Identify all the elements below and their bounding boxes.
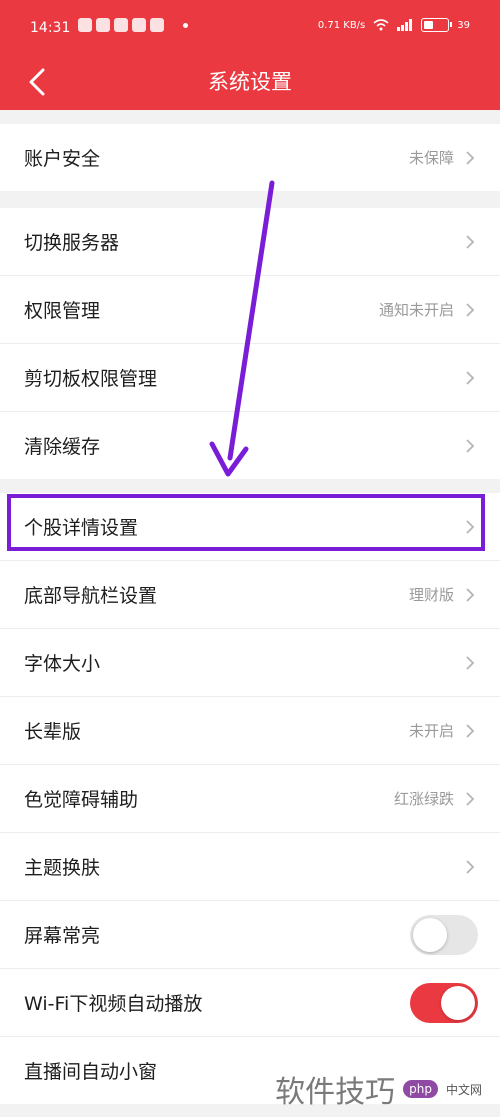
row-label: 主题换肤 <box>24 857 101 879</box>
settings-row-permissions[interactable]: 权限管理 通知未开启 <box>0 276 500 344</box>
wifi-icon <box>373 19 389 31</box>
settings-row-switch-server[interactable]: 切换服务器 <box>0 208 500 276</box>
notification-icon <box>132 18 146 32</box>
notification-dot-icon <box>183 23 188 28</box>
settings-row-theme[interactable]: 主题换肤 <box>0 833 500 901</box>
signal-icon <box>397 19 413 31</box>
settings-row-clipboard-permissions[interactable]: 剪切板权限管理 <box>0 344 500 412</box>
notification-icon <box>114 18 128 32</box>
notification-icon <box>78 18 92 32</box>
watermark-site: 中文网 <box>445 1082 482 1097</box>
toggle-knob <box>441 986 475 1020</box>
row-value: 理财版 <box>408 586 454 604</box>
settings-group-account: 账户安全 未保障 <box>0 124 500 191</box>
status-right: 0.71 KB/s 39 <box>318 18 470 32</box>
chevron-right-icon <box>466 588 475 602</box>
chevron-right-icon <box>466 724 475 738</box>
chevron-right-icon <box>466 656 475 670</box>
toggle-knob <box>413 918 447 952</box>
chevron-right-icon <box>466 303 475 317</box>
notification-icon <box>150 18 164 32</box>
row-label: 底部导航栏设置 <box>24 585 158 607</box>
screen-awake-toggle[interactable] <box>410 915 478 955</box>
app-header: 14:31 0.71 KB/s 39 系统设置 <box>0 0 500 110</box>
row-label: 权限管理 <box>24 300 101 322</box>
settings-row-stock-detail[interactable]: 个股详情设置 <box>0 493 500 561</box>
chevron-right-icon <box>466 371 475 385</box>
settings-row-account-security[interactable]: 账户安全 未保障 <box>0 124 500 191</box>
chevron-right-icon <box>466 235 475 249</box>
notification-icon <box>96 18 110 32</box>
row-label: 长辈版 <box>24 721 82 743</box>
row-label: 切换服务器 <box>24 232 120 254</box>
battery-icon <box>421 18 453 32</box>
nav-bar: 系统设置 <box>0 54 500 110</box>
watermark: 软件技巧 php 中文网 <box>275 1067 482 1111</box>
row-label: 账户安全 <box>24 148 101 170</box>
settings-group-display: 个股详情设置 底部导航栏设置 理财版 字体大小 长辈版 未开启 色觉障碍辅助 红… <box>0 493 500 1104</box>
row-value: 未保障 <box>408 149 454 167</box>
chevron-right-icon <box>466 439 475 453</box>
row-value: 红涨绿跌 <box>393 790 454 808</box>
wifi-autoplay-toggle[interactable] <box>410 983 478 1023</box>
settings-row-color-blind[interactable]: 色觉障碍辅助 红涨绿跌 <box>0 765 500 833</box>
row-label: 剪切板权限管理 <box>24 368 158 390</box>
settings-group-system: 切换服务器 权限管理 通知未开启 剪切板权限管理 清除缓存 <box>0 208 500 479</box>
settings-row-font-size[interactable]: 字体大小 <box>0 629 500 697</box>
row-value: 通知未开启 <box>378 301 454 319</box>
status-time: 14:31 <box>30 20 71 36</box>
chevron-right-icon <box>466 520 475 534</box>
row-value: 未开启 <box>408 722 454 740</box>
network-speed: 0.71 KB/s <box>317 19 366 31</box>
notification-icons <box>78 18 164 32</box>
page-title: 系统设置 <box>208 70 292 94</box>
settings-row-wifi-autoplay: Wi-Fi下视频自动播放 <box>0 969 500 1037</box>
row-label: 直播间自动小窗 <box>24 1061 158 1083</box>
chevron-right-icon <box>466 792 475 806</box>
chevron-right-icon <box>466 860 475 874</box>
row-label: 色觉障碍辅助 <box>24 789 139 811</box>
row-label: 清除缓存 <box>24 436 101 458</box>
status-bar: 14:31 0.71 KB/s 39 <box>0 0 500 54</box>
settings-row-screen-awake: 屏幕常亮 <box>0 901 500 969</box>
settings-row-elder-mode[interactable]: 长辈版 未开启 <box>0 697 500 765</box>
chevron-right-icon <box>466 151 475 165</box>
battery-level: 39 <box>457 19 470 31</box>
row-label: 屏幕常亮 <box>24 925 101 947</box>
settings-row-clear-cache[interactable]: 清除缓存 <box>0 412 500 479</box>
settings-row-bottom-nav[interactable]: 底部导航栏设置 理财版 <box>0 561 500 629</box>
watermark-text: 软件技巧 <box>275 1075 396 1110</box>
row-label: 个股详情设置 <box>24 517 139 539</box>
row-label: Wi-Fi下视频自动播放 <box>24 993 203 1015</box>
php-logo: php <box>403 1080 438 1098</box>
row-label: 字体大小 <box>24 653 101 675</box>
